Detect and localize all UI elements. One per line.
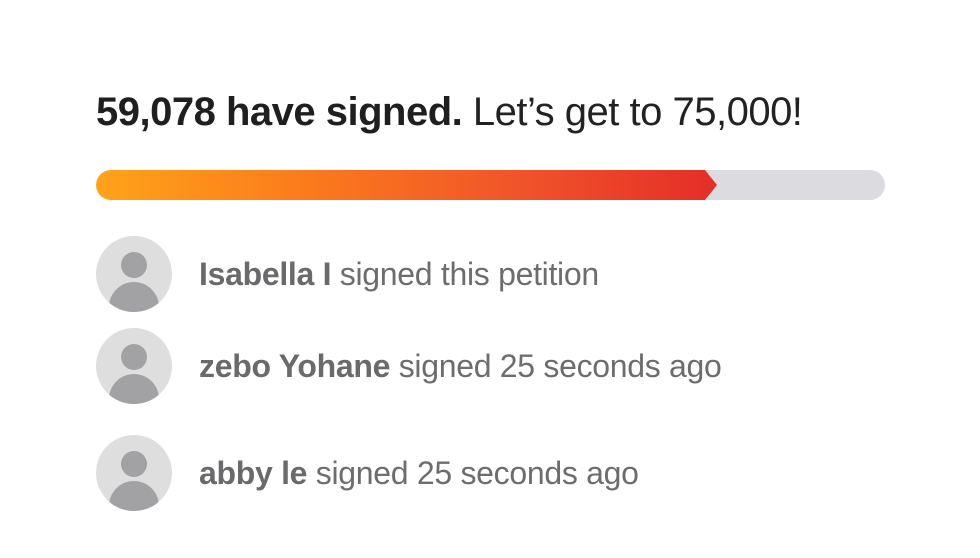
- recent-signer-text: abby le signed 25 seconds ago: [199, 453, 639, 493]
- signer-name: Isabella I: [199, 256, 332, 292]
- signer-action: signed 25 seconds ago: [315, 455, 639, 491]
- signature-progress-tip: [705, 170, 717, 200]
- default-user-icon: [96, 435, 172, 511]
- recent-signer-item: Isabella I signed this petition: [96, 236, 896, 312]
- signature-progress-bar: [96, 170, 885, 200]
- default-user-icon: [96, 328, 172, 404]
- recent-signer-text: zebo Yohane signed 25 seconds ago: [199, 346, 722, 386]
- recent-signer-text: Isabella I signed this petition: [199, 254, 599, 294]
- signature-count: 59,078 have signed.: [96, 90, 463, 134]
- signer-action: signed this petition: [339, 256, 599, 292]
- recent-signer-item: zebo Yohane signed 25 seconds ago: [96, 328, 896, 404]
- recent-signer-item: abby le signed 25 seconds ago: [96, 435, 896, 511]
- signer-name: abby le: [199, 455, 308, 491]
- signature-progress-fill: [96, 170, 705, 200]
- signer-name: zebo Yohane: [199, 348, 391, 384]
- signer-action: signed 25 seconds ago: [398, 348, 722, 384]
- signature-goal: Let’s get to 75,000!: [472, 90, 803, 134]
- signature-count-headline: 59,078 have signed. Let’s get to 75,000!: [96, 84, 803, 140]
- default-user-icon: [96, 236, 172, 312]
